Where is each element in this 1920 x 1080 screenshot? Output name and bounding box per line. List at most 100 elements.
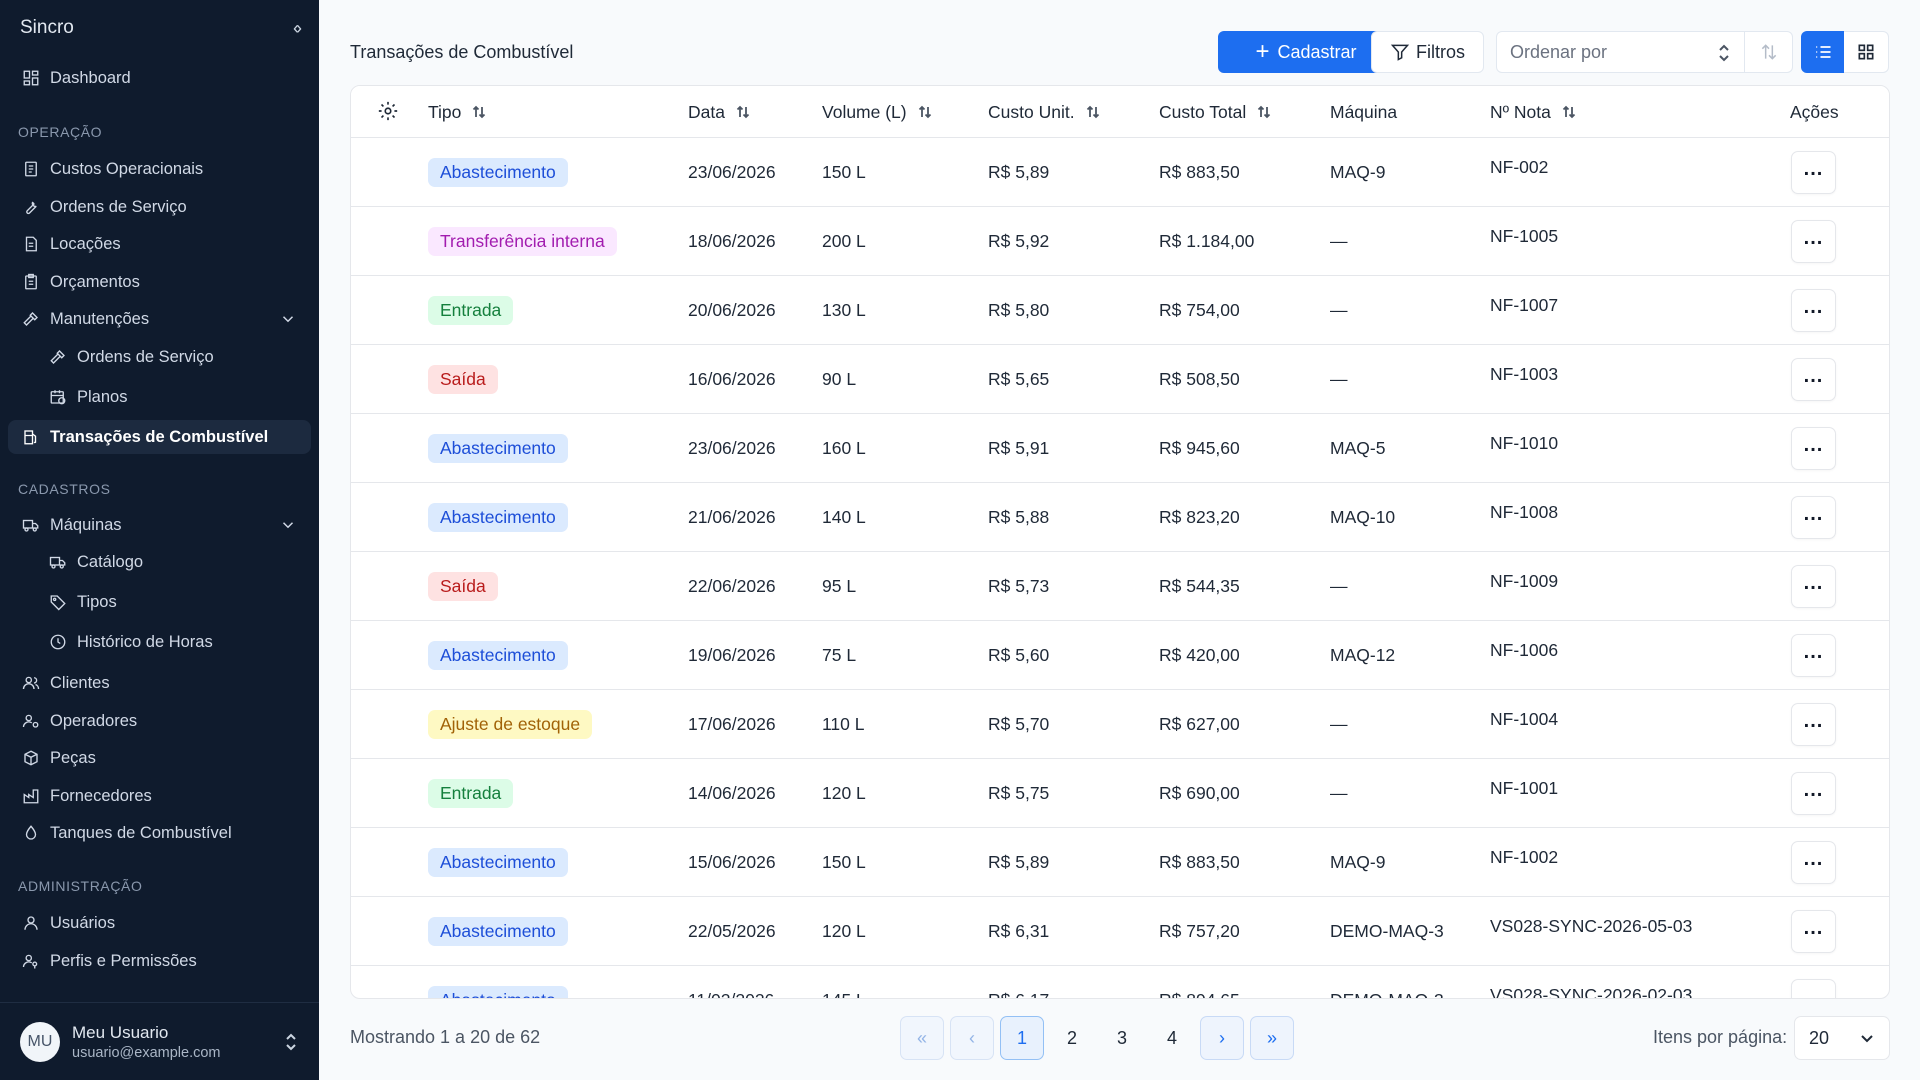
table-row[interactable]: Abastecimento 21/06/2026 140 L R$ 5,88 R$ 82… (351, 483, 1889, 552)
last-page-button[interactable]: » (1250, 1016, 1294, 1060)
sidebar-item-maq-tipos[interactable]: Tipos (8, 585, 311, 619)
sidebar-item-custos[interactable]: Custos Operacionais (8, 152, 311, 186)
row-actions-button[interactable]: ... (1791, 979, 1836, 998)
table-row[interactable]: Abastecimento 19/06/2026 75 L R$ 5,60 R$ 420… (351, 621, 1889, 690)
sidebar-item-manut-planos[interactable]: Planos (8, 380, 311, 414)
row-actions-button[interactable]: ... (1791, 634, 1836, 677)
column-settings-icon[interactable] (377, 100, 401, 124)
sidebar-item-label: Manutenções (50, 309, 150, 328)
sidebar-item-operadores[interactable]: Operadores (8, 704, 311, 738)
cell-tipo: Abastecimento (428, 966, 568, 998)
sidebar-item-label: Custos Operacionais (50, 159, 204, 178)
row-actions-button[interactable]: ... (1791, 289, 1836, 332)
user-email: usuario@example.com (72, 1044, 221, 1061)
chevrons-up-down-icon[interactable] (283, 1031, 299, 1053)
row-actions-button[interactable]: ... (1791, 151, 1836, 194)
table-row[interactable]: Abastecimento 22/05/2026 120 L R$ 6,31 R$ 75… (351, 897, 1889, 966)
cell-volume: 140 L (822, 507, 866, 527)
table-row[interactable]: Entrada 20/06/2026 130 L R$ 5,80 R$ 754,00 — N… (351, 276, 1889, 345)
sidebar-item-ordens[interactable]: Ordens de Serviço (8, 190, 311, 224)
table-row[interactable]: Abastecimento 23/06/2026 160 L R$ 5,91 R$ 94… (351, 414, 1889, 483)
sidebar-item-maq-historico[interactable]: Histórico de Horas (8, 625, 311, 659)
sidebar-item-pecas[interactable]: Peças (8, 741, 311, 775)
page-button-3[interactable]: 3 (1100, 1016, 1144, 1060)
list-view-button[interactable] (1801, 31, 1844, 73)
user-menu[interactable]: MU Meu Usuario usuario@example.com (0, 1002, 319, 1080)
user-cog-icon (20, 710, 42, 732)
sidebar-item-manutencoes[interactable]: Manutenções (8, 302, 311, 336)
row-actions-button[interactable]: ... (1791, 565, 1836, 608)
sidebar-item-maq-catalogo[interactable]: Catálogo (8, 545, 311, 579)
row-actions-button[interactable]: ... (1791, 772, 1836, 815)
table-row[interactable]: Abastecimento 23/06/2026 150 L R$ 5,89 R$ 88… (351, 138, 1889, 207)
clock-icon (47, 631, 69, 653)
row-actions-button[interactable]: ... (1791, 220, 1836, 263)
cell-custo-total: R$ 883,50 (1159, 162, 1240, 182)
column-header-volume[interactable]: Volume (L) (822, 86, 933, 138)
add-transaction-button[interactable]: + Cadastrar (1218, 31, 1394, 73)
column-header-tipo[interactable]: Tipo (428, 86, 487, 138)
sidebar-item-orcamentos[interactable]: Orçamentos (8, 265, 311, 299)
filters-button[interactable]: Filtros (1371, 31, 1484, 73)
cell-maquina: — (1330, 369, 1348, 389)
droplet-icon (20, 822, 42, 844)
table-row[interactable]: Entrada 14/06/2026 120 L R$ 5,75 R$ 690,00 — N… (351, 759, 1889, 828)
sidebar-item-tanques[interactable]: Tanques de Combustível (8, 816, 311, 850)
first-page-button[interactable]: « (900, 1016, 944, 1060)
page-button-2[interactable]: 2 (1050, 1016, 1094, 1060)
previous-page-button[interactable]: ‹ (950, 1016, 994, 1060)
sidebar-item-fornecedores[interactable]: Fornecedores (8, 779, 311, 813)
cell-custo-total: R$ 945,60 (1159, 438, 1240, 458)
sidebar-item-maquinas[interactable]: Máquinas (8, 508, 311, 542)
user-icon (20, 912, 42, 934)
row-actions-button[interactable]: ... (1791, 427, 1836, 470)
order-by-select[interactable]: Ordenar por (1496, 31, 1745, 73)
column-header-custo-total[interactable]: Custo Total (1159, 86, 1272, 138)
filter-icon (1390, 44, 1410, 61)
chevron-down-icon[interactable] (279, 310, 297, 328)
type-badge: Saída (428, 365, 498, 394)
cell-custo-unit: R$ 5,88 (988, 507, 1050, 527)
cell-nota: VS028-SYNC-2026-02-03 (1490, 985, 1693, 999)
section-administracao: ADMINISTRAÇÃO (18, 878, 143, 894)
user-info: Meu Usuario usuario@example.com (72, 1023, 221, 1061)
column-label: Custo Unit. (988, 101, 1075, 122)
more-horizontal-icon: ... (1803, 709, 1824, 732)
cell-custo-unit: R$ 5,92 (988, 231, 1050, 251)
sidebar-item-manut-ordens[interactable]: Ordens de Serviço (8, 340, 311, 374)
table-row[interactable]: Ajuste de estoque 17/06/2026 110 L R$ 5,70 R… (351, 690, 1889, 759)
sidebar-item-clientes[interactable]: Clientes (8, 666, 311, 700)
sidebar-item-transacoes[interactable]: Transações de Combustível (8, 420, 311, 454)
cell-custo-total: R$ 508,50 (1159, 369, 1240, 389)
grid-view-button[interactable] (1844, 31, 1889, 73)
row-actions-button[interactable]: ... (1791, 496, 1836, 539)
next-page-button[interactable]: › (1200, 1016, 1244, 1060)
row-actions-button[interactable]: ... (1791, 841, 1836, 884)
per-page-select[interactable]: 20 (1794, 1016, 1890, 1060)
row-actions-button[interactable]: ... (1791, 358, 1836, 401)
row-actions-button[interactable]: ... (1791, 703, 1836, 746)
collapse-sidebar-icon[interactable]: ‹› (293, 18, 302, 39)
table-row[interactable]: Abastecimento 11/02/2026 145 L R$ 6,17 R$ 89… (351, 966, 1889, 999)
page-button-4[interactable]: 4 (1150, 1016, 1194, 1060)
cell-tipo: Saída (428, 345, 498, 414)
page-button-1[interactable]: 1 (1000, 1016, 1044, 1060)
column-header-maquina[interactable]: Máquina (1330, 86, 1397, 138)
table-row[interactable]: Transferência interna 18/06/2026 200 L R$ 5… (351, 207, 1889, 276)
sidebar-item-dashboard[interactable]: Dashboard (8, 61, 311, 95)
sidebar-item-locacoes[interactable]: Locações (8, 227, 311, 261)
table-row[interactable]: Saída 16/06/2026 90 L R$ 5,65 R$ 508,50 — NF-1… (351, 345, 1889, 414)
type-badge: Abastecimento (428, 848, 568, 877)
chevron-down-icon[interactable] (279, 516, 297, 534)
column-header-nota[interactable]: Nº Nota (1490, 86, 1577, 138)
sidebar-item-perfis[interactable]: Perfis e Permissões (8, 944, 311, 978)
table-row[interactable]: Abastecimento 15/06/2026 150 L R$ 5,89 R$ 88… (351, 828, 1889, 897)
sort-direction-button[interactable] (1745, 31, 1793, 73)
sidebar-item-usuarios[interactable]: Usuários (8, 906, 311, 940)
column-header-custo-unit[interactable]: Custo Unit. (988, 86, 1101, 138)
row-actions-button[interactable]: ... (1791, 910, 1836, 953)
table-row[interactable]: Saída 22/06/2026 95 L R$ 5,73 R$ 544,35 — NF-1… (351, 552, 1889, 621)
cell-nota: NF-1003 (1490, 364, 1559, 384)
column-header-data[interactable]: Data (688, 86, 751, 138)
sidebar-item-label: Ordens de Serviço (50, 197, 187, 216)
